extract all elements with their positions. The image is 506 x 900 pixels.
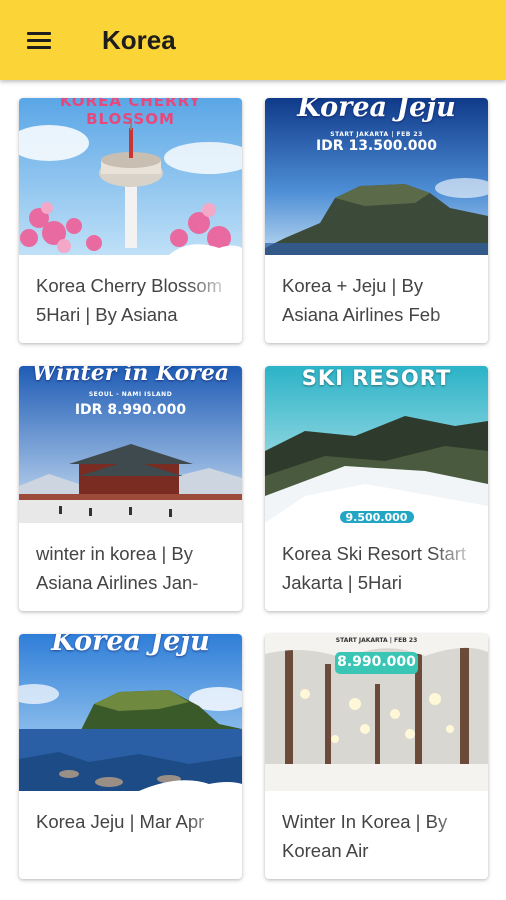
banner-subtitle: SEOUL - NAMI ISLAND bbox=[88, 391, 173, 398]
package-card[interactable]: Korea Jeju START JAKARTA | FEB 23 IDR 13… bbox=[265, 98, 488, 343]
banner-price: 9.500.000 bbox=[345, 511, 408, 523]
package-title: winter in korea | By Asiana Airlines Jan… bbox=[36, 543, 199, 593]
package-image: Korea Jeju START JAKARTA | FEB 23 IDR 13… bbox=[265, 98, 488, 255]
banner-subtitle: START JAKARTA | FEB 23 bbox=[335, 637, 418, 644]
package-card[interactable]: Winter in Korea SEOUL - NAMI ISLAND IDR … bbox=[19, 366, 242, 611]
package-title: Korea Jeju | Mar Apr bbox=[36, 811, 205, 832]
banner-heading: Korea Jeju bbox=[51, 634, 210, 657]
banner-price: 8.990.000 bbox=[337, 654, 416, 670]
banner-price: IDR 8.990.000 bbox=[74, 402, 187, 418]
package-image: SKI RESORT 9.500.000 bbox=[265, 366, 488, 523]
banner-heading: KOREA CHERRY BLOSSOM bbox=[59, 98, 202, 128]
package-card[interactable]: KOREA CHERRY BLOSSOM Korea Cherry Blosso… bbox=[19, 98, 242, 343]
package-image: Korea Jeju bbox=[19, 634, 242, 791]
hamburger-menu-icon[interactable] bbox=[16, 22, 62, 58]
package-image: KOREA CHERRY BLOSSOM bbox=[19, 98, 242, 255]
package-card[interactable]: SKI RESORT 9.500.000 Korea Ski Resort St… bbox=[265, 366, 488, 611]
package-card[interactable]: START JAKARTA | FEB 23 8.990.000 Winter … bbox=[265, 634, 488, 879]
page-title: Korea bbox=[102, 25, 176, 55]
banner-heading: SKI RESORT bbox=[301, 366, 452, 390]
package-title: Winter In Korea | By Korean Air bbox=[282, 811, 448, 861]
app-bar: Korea bbox=[0, 0, 506, 80]
package-title: Korea Ski Resort Start Jakarta | 5Hari bbox=[282, 543, 467, 593]
package-image: START JAKARTA | FEB 23 8.990.000 bbox=[265, 634, 488, 791]
package-title: Korea + Jeju | By Asiana Airlines Feb bbox=[282, 275, 441, 325]
banner-price: IDR 13.500.000 bbox=[315, 138, 438, 154]
banner-heading: Winter in Korea bbox=[31, 366, 230, 386]
banner-subtitle: START JAKARTA | FEB 23 bbox=[330, 131, 423, 138]
package-image: Winter in Korea SEOUL - NAMI ISLAND IDR … bbox=[19, 366, 242, 523]
package-card[interactable]: Korea Jeju Korea Jeju | Mar Apr bbox=[19, 634, 242, 879]
package-title: Korea Cherry Blossom 5Hari | By Asiana A… bbox=[36, 275, 223, 325]
banner-heading: Korea Jeju bbox=[297, 98, 456, 123]
